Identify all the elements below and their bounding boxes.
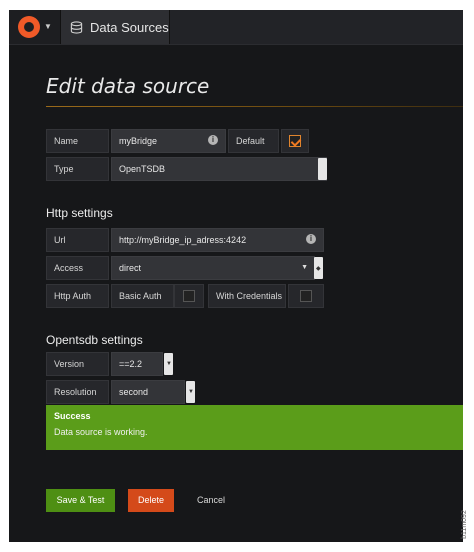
resolution-select[interactable]: second bbox=[111, 380, 185, 404]
basic-auth-label: Basic Auth bbox=[111, 284, 174, 308]
access-scroll-handle[interactable]: ◆ bbox=[314, 257, 323, 279]
figure-id-watermark: b11m092 bbox=[460, 505, 474, 549]
type-select[interactable]: OpenTSDB bbox=[111, 157, 327, 181]
name-input[interactable]: myBridge i bbox=[111, 129, 226, 153]
checkbox-empty-icon bbox=[300, 290, 312, 302]
access-label: Access bbox=[46, 256, 109, 280]
resolution-dropdown-button[interactable]: ▼ bbox=[186, 381, 195, 403]
watermark-text: b11m092 bbox=[460, 510, 468, 539]
database-icon bbox=[70, 21, 83, 34]
type-value: OpenTSDB bbox=[119, 164, 166, 174]
resolution-value: second bbox=[119, 387, 149, 397]
http-settings-heading: Http settings bbox=[46, 206, 113, 220]
name-label: Name bbox=[46, 129, 109, 153]
with-credentials-label: With Credentials bbox=[208, 284, 286, 308]
app-window: ▼ Data Sources Edit data source Name myB… bbox=[9, 10, 463, 542]
checkbox-empty-icon bbox=[183, 290, 195, 302]
name-value: myBridge bbox=[119, 136, 158, 146]
cancel-link[interactable]: Cancel bbox=[189, 489, 233, 512]
success-alert: Success Data source is working. bbox=[46, 405, 463, 450]
alert-title: Success bbox=[54, 411, 91, 421]
resolution-label: Resolution bbox=[46, 380, 109, 404]
url-value: http://myBridge_ip_adress:4242 bbox=[119, 235, 247, 245]
version-dropdown-button[interactable]: ▼ bbox=[164, 353, 173, 375]
title-divider bbox=[46, 106, 463, 107]
access-select[interactable]: direct ▼ bbox=[111, 256, 315, 280]
breadcrumb-data-sources[interactable]: Data Sources bbox=[61, 10, 170, 44]
delete-button[interactable]: Delete bbox=[128, 489, 174, 512]
access-value: direct bbox=[119, 263, 142, 273]
with-credentials-checkbox[interactable] bbox=[288, 284, 324, 308]
caret-down-icon: ▼ bbox=[301, 264, 308, 271]
grafana-logo-menu[interactable]: ▼ bbox=[9, 10, 61, 44]
basic-auth-checkbox[interactable] bbox=[174, 284, 204, 308]
default-checkbox[interactable] bbox=[281, 129, 309, 153]
opentsdb-settings-heading: Opentsdb settings bbox=[46, 333, 143, 347]
save-test-button[interactable]: Save & Test bbox=[46, 489, 115, 512]
top-navbar: ▼ Data Sources bbox=[9, 10, 463, 45]
type-scroll-handle[interactable] bbox=[318, 158, 327, 180]
type-label: Type bbox=[46, 157, 109, 181]
version-label: Version bbox=[46, 352, 109, 376]
caret-down-icon: ▼ bbox=[44, 22, 52, 31]
breadcrumb-label: Data Sources bbox=[90, 20, 169, 35]
info-icon[interactable]: i bbox=[306, 234, 316, 244]
grafana-logo-icon bbox=[18, 16, 40, 38]
default-label: Default bbox=[228, 129, 279, 153]
version-select[interactable]: ==2.2 bbox=[111, 352, 163, 376]
info-icon[interactable]: i bbox=[208, 135, 218, 145]
version-value: ==2.2 bbox=[119, 359, 143, 369]
checkmark-icon bbox=[289, 135, 301, 147]
url-label: Url bbox=[46, 228, 109, 252]
page-title: Edit data source bbox=[46, 74, 210, 98]
url-input[interactable]: http://myBridge_ip_adress:4242 i bbox=[111, 228, 324, 252]
alert-message: Data source is working. bbox=[54, 427, 148, 437]
http-auth-label: Http Auth bbox=[46, 284, 109, 308]
